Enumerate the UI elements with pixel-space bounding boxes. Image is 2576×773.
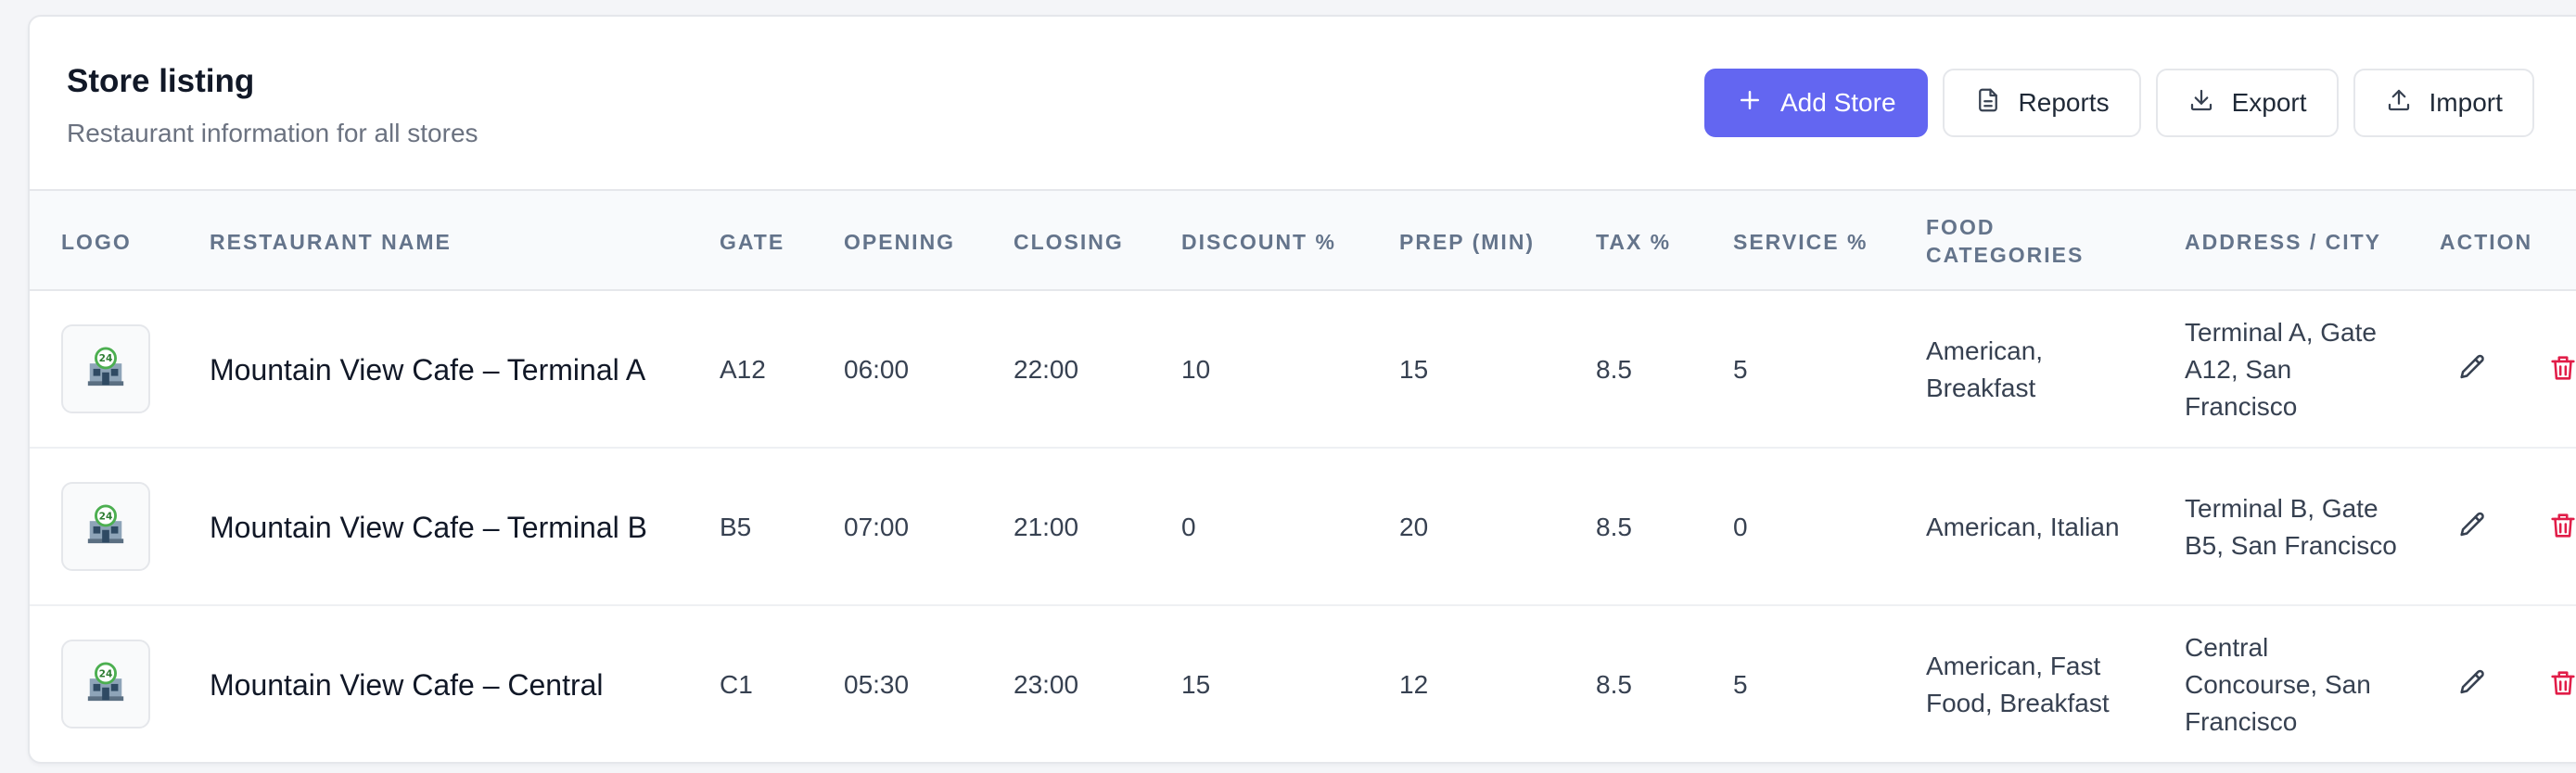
card-header: Store listing Restaurant information for… (30, 17, 2576, 189)
table-row: 24 Mountain View Cafe – Terminal B B5 07… (30, 449, 2576, 606)
gate-value: B5 (720, 513, 752, 541)
store-logo: 24 (61, 482, 150, 571)
pencil-icon (2456, 352, 2488, 388)
store-24-icon: 24 (84, 503, 127, 551)
page-title: Store listing (67, 63, 255, 99)
store-listing-card: Store listing Restaurant information for… (28, 15, 2576, 764)
discount-value: 15 (1181, 670, 1211, 699)
add-store-label: Add Store (1780, 88, 1896, 117)
store-logo: 24 (61, 324, 150, 413)
address-value: Terminal A, Gate A12, San Francisco (2185, 318, 2377, 421)
column-header-closing: CLOSING (1014, 230, 1124, 254)
opening-value: 07:00 (844, 513, 910, 541)
column-header-logo: LOGO (61, 230, 132, 254)
export-label: Export (2231, 88, 2307, 117)
page-subtitle: Restaurant information for all stores (67, 119, 478, 147)
reports-button[interactable]: Reports (1942, 69, 2141, 137)
service-value: 0 (1733, 513, 1748, 541)
column-header-tax: TAX % (1596, 230, 1672, 254)
pencil-icon (2456, 667, 2488, 703)
opening-value: 06:00 (844, 355, 910, 384)
table-row: 24 Mountain View Cafe – Terminal A A12 0… (30, 291, 2576, 449)
restaurant-name: Mountain View Cafe – Terminal B (210, 511, 647, 544)
trash-icon (2547, 352, 2576, 388)
column-header-prep: PREP (MIN) (1399, 230, 1536, 254)
address-value: Central Concourse, San Francisco (2185, 633, 2371, 736)
store-24-icon: 24 (84, 346, 127, 393)
address-value: Terminal B, Gate B5, San Francisco (2185, 494, 2397, 560)
column-header-name: RESTAURANT NAME (210, 230, 452, 254)
prep-value: 12 (1399, 670, 1429, 699)
store-24-icon: 24 (84, 661, 127, 708)
reports-label: Reports (2018, 88, 2110, 117)
delete-button[interactable] (2544, 351, 2576, 388)
tax-value: 8.5 (1596, 355, 1632, 384)
trash-icon (2547, 510, 2576, 546)
pencil-icon (2456, 510, 2488, 546)
column-header-categories: FOOD CATEGORIES (1926, 215, 2085, 267)
food-categories-value: American, Italian (1926, 513, 2120, 541)
opening-value: 05:30 (844, 670, 910, 699)
gate-value: A12 (720, 355, 766, 384)
edit-button[interactable] (2454, 351, 2491, 388)
delete-button[interactable] (2544, 509, 2576, 546)
tax-value: 8.5 (1596, 670, 1632, 699)
food-categories-value: American, Fast Food, Breakfast (1926, 652, 2110, 717)
upload-icon (2385, 86, 2413, 120)
closing-value: 21:00 (1014, 513, 1079, 541)
column-header-discount: DISCOUNT % (1181, 230, 1336, 254)
edit-button[interactable] (2454, 666, 2491, 703)
edit-button[interactable] (2454, 509, 2491, 546)
plus-icon (1736, 86, 1764, 120)
restaurant-name: Mountain View Cafe – Central (210, 668, 604, 702)
service-value: 5 (1733, 355, 1748, 384)
restaurant-name: Mountain View Cafe – Terminal A (210, 353, 646, 386)
document-icon (1974, 86, 2002, 120)
toolbar-actions: Add Store Reports Export Import (1704, 69, 2534, 137)
import-button[interactable]: Import (2353, 69, 2534, 137)
column-header-opening: OPENING (844, 230, 956, 254)
closing-value: 22:00 (1014, 355, 1079, 384)
prep-value: 15 (1399, 355, 1429, 384)
table-row: 24 Mountain View Cafe – Central C1 05:30… (30, 606, 2576, 762)
trash-icon (2547, 667, 2576, 703)
prep-value: 20 (1399, 513, 1429, 541)
delete-button[interactable] (2544, 666, 2576, 703)
gate-value: C1 (720, 670, 753, 699)
service-value: 5 (1733, 670, 1748, 699)
column-header-service: SERVICE % (1733, 230, 1868, 254)
column-header-action: ACTION (2440, 230, 2533, 254)
closing-value: 23:00 (1014, 670, 1079, 699)
discount-value: 0 (1181, 513, 1196, 541)
add-store-button[interactable]: Add Store (1704, 69, 1928, 137)
column-header-gate: GATE (720, 230, 785, 254)
store-logo: 24 (61, 640, 150, 729)
download-icon (2187, 86, 2215, 120)
export-button[interactable]: Export (2155, 69, 2339, 137)
import-label: Import (2429, 88, 2503, 117)
svg-text:24: 24 (99, 668, 113, 679)
column-header-address: ADDRESS / CITY (2185, 230, 2382, 254)
discount-value: 10 (1181, 355, 1211, 384)
food-categories-value: American, Breakfast (1926, 336, 2044, 402)
table-header: LOGO RESTAURANT NAME GATE OPENING CLOSIN… (30, 189, 2576, 291)
svg-text:24: 24 (99, 353, 113, 364)
svg-text:24: 24 (99, 511, 113, 522)
tax-value: 8.5 (1596, 513, 1632, 541)
